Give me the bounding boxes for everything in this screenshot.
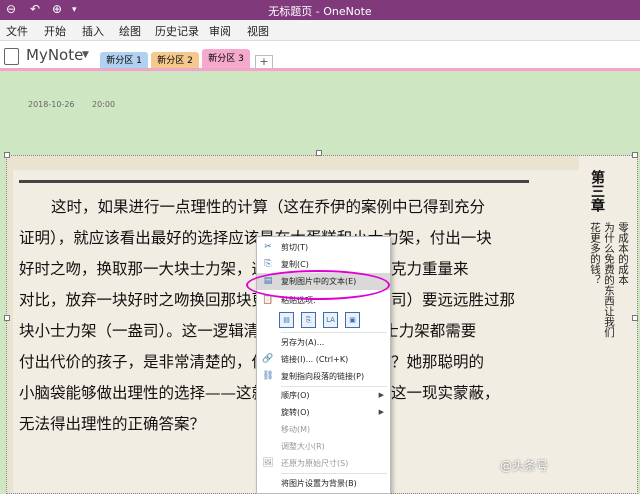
ribbon-tabs: 文件 开始 插入 绘图 历史记录 审阅 视图 <box>0 20 640 41</box>
chevron-right-icon: ▶ <box>378 408 384 416</box>
copy-icon: ⎘ <box>264 259 272 269</box>
menu-file[interactable]: 文件 <box>6 23 28 39</box>
page-time: 20:00 <box>92 100 116 109</box>
paste-keep-formatting-button[interactable]: ▤ <box>279 312 294 328</box>
notebook-bar: MyNote ▼ 新分区 1 新分区 2 新分区 3 + <box>0 41 640 70</box>
side-line: 花更多的钱？ <box>589 222 601 285</box>
chapter-sidebar: 第三章 零成本的成本 为什么免费的东西让我们 花更多的钱？ <box>579 156 637 493</box>
resize-handle[interactable] <box>4 152 10 158</box>
chevron-down-icon[interactable]: ▼ <box>82 50 89 60</box>
menu-item-cut[interactable]: ✂ 剪切(T) <box>257 239 390 256</box>
resize-handle[interactable] <box>632 315 638 321</box>
menu-view[interactable]: 视图 <box>247 23 269 39</box>
chain-link-icon: ⛓ <box>262 371 274 381</box>
title-bar: ⊖ ↶ ⊕ ▾ 无标题页 - OneNote <box>0 0 640 20</box>
menu-separator <box>281 473 387 474</box>
menu-home[interactable]: 开始 <box>44 23 66 39</box>
menu-item-resize: 调整大小(R) <box>281 442 325 451</box>
menu-item-link[interactable]: 🔗 链接(I)... (Ctrl+K) <box>257 351 390 368</box>
menu-item-set-as-background[interactable]: 将图片设置为背景(B) <box>257 475 390 492</box>
menu-history[interactable]: 历史记录 <box>155 23 199 39</box>
menu-item-restore-size: 🖼 还原为原始尺寸(S) <box>257 455 390 472</box>
paste-text-only-button[interactable]: LA <box>323 312 338 328</box>
menu-insert[interactable]: 插入 <box>82 23 104 39</box>
resize-handle[interactable] <box>316 150 322 156</box>
section-color-bar <box>0 68 640 71</box>
scissors-icon: ✂ <box>264 242 272 252</box>
menu-item-copy-link-to-paragraph[interactable]: ⛓ 复制指向段落的链接(P) <box>257 368 390 385</box>
text-line: 这时，如果进行一点理性的计算（这在乔伊的案例中已得到充分 <box>51 198 486 216</box>
chapter-title: 第三章 <box>589 170 605 212</box>
tab-section-3[interactable]: 新分区 3 <box>202 49 250 70</box>
menu-item-move: 移动(M) <box>281 425 311 434</box>
notebook-name[interactable]: MyNote <box>26 46 83 64</box>
menu-item-save-as[interactable]: 另存为(A)... <box>257 334 390 351</box>
menu-item-order[interactable]: 顺序(O) ▶ <box>257 387 390 404</box>
chevron-right-icon: ▶ <box>378 391 384 399</box>
menu-item-rotate[interactable]: 旋转(O) ▶ <box>257 404 390 421</box>
resize-handle[interactable] <box>4 315 10 321</box>
link-icon: 🔗 <box>262 354 274 364</box>
paste-merge-button[interactable]: ⎘ <box>301 312 316 328</box>
watermark: @头条号 <box>500 459 549 473</box>
page-date: 2018-10-26 <box>28 100 75 109</box>
side-line: 零成本的成本 <box>617 222 629 285</box>
notebook-icon <box>4 48 19 65</box>
picture-icon: 🖼 <box>262 458 274 468</box>
highlight-oval <box>246 270 390 300</box>
side-line: 为什么免费的东西让我们 <box>603 222 615 338</box>
menu-separator <box>281 332 387 333</box>
menu-review[interactable]: 审阅 <box>209 23 231 39</box>
paste-picture-button[interactable]: ▣ <box>345 312 360 328</box>
resize-handle[interactable] <box>632 152 638 158</box>
top-rule <box>19 180 529 183</box>
window-title: 无标题页 - OneNote <box>268 5 372 18</box>
menu-draw[interactable]: 绘图 <box>119 23 141 39</box>
